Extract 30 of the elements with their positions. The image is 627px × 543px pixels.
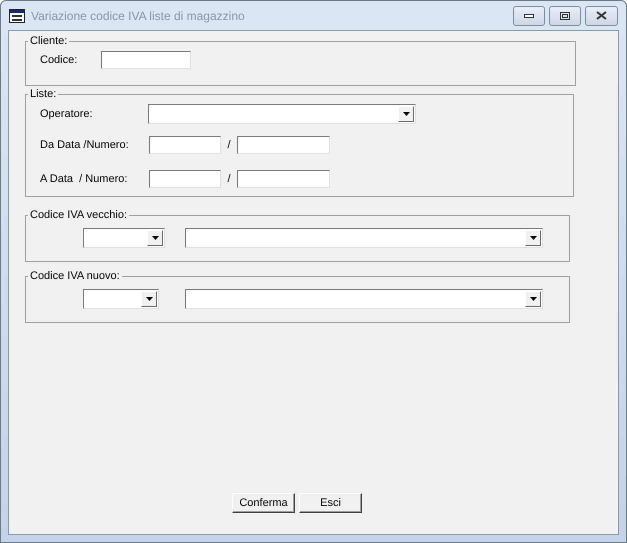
dialog-button[interactable]: Conferma (232, 493, 295, 513)
maximize-button[interactable] (549, 6, 581, 26)
codice-field[interactable] (101, 51, 191, 69)
iva-description-dropdown[interactable] (185, 289, 543, 309)
dialog-button[interactable]: Esci (299, 493, 362, 513)
number-field[interactable] (237, 170, 330, 188)
group-label: Codice IVA vecchio: (29, 209, 128, 221)
number-field[interactable] (237, 136, 330, 154)
iva-code-dropdown[interactable] (83, 228, 165, 248)
field-label: Da Data /Numero: (40, 139, 130, 151)
iva-code-dropdown[interactable] (83, 289, 159, 309)
window-icon (9, 8, 25, 22)
minimize-button[interactable] (513, 6, 545, 26)
field-label: Codice: (40, 54, 78, 66)
field-label: Operatore: (40, 108, 94, 120)
minimize-icon (524, 14, 534, 18)
operatore-dropdown[interactable] (148, 104, 416, 124)
separator-text: / (226, 139, 232, 151)
group-label: Liste: (29, 88, 58, 100)
close-button[interactable] (585, 6, 618, 26)
iva-description-dropdown[interactable] (185, 228, 543, 248)
maximize-icon (560, 12, 570, 20)
close-icon (596, 11, 607, 20)
date-field[interactable] (149, 136, 221, 154)
field-label: A Data / Numero: (40, 173, 128, 185)
group-label: Cliente: (29, 35, 68, 47)
window-title: Variazione codice IVA liste di magazzino (31, 8, 246, 22)
separator-text: / (226, 173, 232, 185)
group-label: Codice IVA nuovo: (29, 270, 121, 282)
date-field[interactable] (149, 170, 221, 188)
